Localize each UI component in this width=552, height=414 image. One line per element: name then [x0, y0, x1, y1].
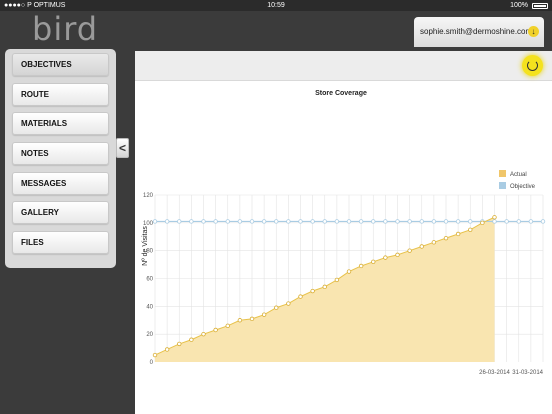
actual-point	[177, 341, 182, 347]
actual-point	[468, 227, 473, 232]
y-tick-label: 80	[146, 249, 153, 255]
objective-point	[540, 219, 546, 224]
sidebar-item-route[interactable]: ROUTE	[12, 83, 109, 106]
actual-point	[334, 277, 340, 283]
refresh-icon[interactable]	[522, 55, 543, 76]
objective-point	[189, 219, 194, 224]
sidebar-menu: OBJECTIVES ROUTE MATERIALS NOTES MESSAGE…	[5, 49, 116, 268]
chart-legend: Actual Objective	[499, 170, 536, 190]
actual-point	[274, 305, 279, 310]
actual-point	[213, 327, 218, 333]
actual-point	[358, 263, 364, 269]
objective-point	[322, 219, 327, 224]
objective-point	[334, 219, 340, 224]
actual-point	[383, 255, 388, 260]
store-coverage-chart: Store Coverage Nº de Visitas 0 20 40 60 80 10…	[142, 90, 546, 376]
y-tick-label: 0	[150, 360, 154, 366]
objective-point	[455, 219, 461, 224]
actual-point	[249, 316, 255, 322]
objective-point	[419, 219, 424, 224]
sidebar-item-materials[interactable]: MATERIALS	[12, 112, 109, 135]
battery-icon	[532, 3, 548, 9]
y-tick-label: 40	[146, 304, 153, 310]
actual-point	[310, 288, 315, 294]
actual-point	[407, 248, 412, 253]
actual-point	[371, 259, 376, 264]
objective-point	[492, 219, 497, 224]
actual-point	[443, 235, 449, 241]
y-tick-label: 100	[143, 221, 154, 227]
y-tick-label: 60	[146, 277, 153, 283]
sidebar-item-notes[interactable]: NOTES	[12, 142, 109, 165]
app-logo: bird	[32, 10, 99, 48]
objective-point	[310, 219, 315, 224]
objective-point	[346, 219, 352, 224]
objective-point	[201, 219, 206, 224]
objective-point	[395, 219, 400, 224]
sidebar-item-gallery[interactable]: GALLERY	[12, 201, 109, 224]
objective-point	[249, 219, 255, 224]
battery-percent: 100%	[510, 2, 528, 9]
actual-point	[152, 352, 158, 358]
sidebar-item-objectives[interactable]: OBJECTIVES	[12, 53, 109, 76]
actual-point	[492, 215, 497, 220]
objective-point	[237, 219, 243, 224]
objective-point	[407, 219, 412, 224]
objective-point	[528, 219, 534, 224]
legend-objective-label: Objective	[510, 184, 536, 190]
objective-point	[152, 219, 158, 224]
actual-point	[346, 269, 352, 274]
objective-point	[177, 219, 182, 224]
actual-point	[201, 331, 206, 337]
objective-point	[358, 219, 364, 224]
panel-toolbar	[135, 51, 552, 81]
y-tick-label: 120	[143, 193, 154, 199]
actual-point	[286, 301, 291, 306]
x-axis-ticks: 26-03-2014 31-03-2014	[479, 370, 544, 376]
user-email: sophie.smith@dermoshine.com	[420, 27, 533, 36]
legend-objective-swatch	[499, 182, 506, 189]
chart-title: Store Coverage	[315, 90, 367, 97]
objective-point	[261, 219, 267, 224]
objective-point	[274, 219, 279, 224]
actual-point	[164, 347, 170, 352]
main-panel: Store Coverage Nº de Visitas 0 20 40 60 80 10…	[135, 51, 552, 414]
objective-point	[504, 219, 509, 224]
legend-actual-swatch	[499, 170, 506, 177]
user-account-box[interactable]: sophie.smith@dermoshine.com ↓	[414, 17, 544, 47]
y-tick-label: 20	[146, 332, 153, 338]
sidebar-item-messages[interactable]: MESSAGES	[12, 172, 109, 195]
actual-point	[455, 231, 461, 237]
objective-point	[286, 219, 291, 224]
actual-point	[237, 318, 243, 323]
objective-point	[468, 219, 473, 224]
legend-actual-label: Actual	[510, 172, 527, 178]
objective-point	[383, 219, 388, 224]
objective-point	[213, 219, 218, 224]
objective-point	[298, 219, 303, 224]
x-tick-label: 31-03-2014	[512, 370, 543, 376]
actual-point	[225, 323, 230, 329]
actual-point	[189, 337, 194, 342]
collapse-sidebar-button[interactable]: <	[116, 138, 129, 158]
download-icon[interactable]: ↓	[528, 26, 539, 37]
objective-point	[443, 219, 449, 224]
actual-point	[480, 220, 485, 226]
objective-point	[164, 219, 170, 224]
sidebar-item-files[interactable]: FILES	[12, 231, 109, 254]
chart-y-axis-label: Nº de Visitas	[142, 226, 149, 266]
objective-point	[431, 219, 437, 224]
actual-point	[395, 252, 400, 258]
actual-point	[298, 294, 303, 299]
objective-point	[371, 219, 376, 224]
actual-point	[322, 284, 327, 290]
actual-point	[261, 312, 267, 317]
y-axis-ticks: 0 20 40 60 80 100 120	[143, 193, 154, 366]
objective-point	[225, 219, 230, 224]
x-tick-label: 26-03-2014	[479, 370, 510, 376]
objective-point	[516, 219, 521, 224]
actual-point	[419, 244, 424, 249]
actual-point	[431, 240, 437, 245]
